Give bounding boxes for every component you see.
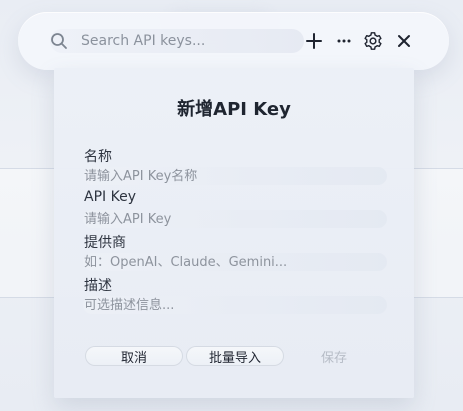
modal-title: 新增API Key <box>177 99 291 120</box>
plus-icon[interactable] <box>302 29 326 53</box>
top-toolbar <box>18 12 449 70</box>
name-input[interactable] <box>83 167 387 185</box>
add-api-key-modal: 新增API Key 名称 API Key 提供商 描述 取消 批量导入 保存 <box>54 68 414 398</box>
search-icon <box>50 32 68 50</box>
provider-label: 提供商 <box>84 235 126 251</box>
search-bar[interactable] <box>50 29 304 53</box>
search-input[interactable] <box>81 29 291 53</box>
api-key-label: API Key <box>84 189 136 205</box>
description-input[interactable] <box>83 296 387 314</box>
cancel-button[interactable]: 取消 <box>85 346 183 366</box>
provider-input[interactable] <box>83 253 387 271</box>
more-horizontal-icon[interactable] <box>332 29 356 53</box>
batch-import-button[interactable]: 批量导入 <box>186 346 284 366</box>
name-label: 名称 <box>84 149 112 165</box>
api-key-input[interactable] <box>83 210 387 228</box>
description-label: 描述 <box>84 278 112 294</box>
save-button[interactable]: 保存 <box>296 346 372 366</box>
close-icon[interactable] <box>392 29 416 53</box>
gear-icon[interactable] <box>361 29 385 53</box>
